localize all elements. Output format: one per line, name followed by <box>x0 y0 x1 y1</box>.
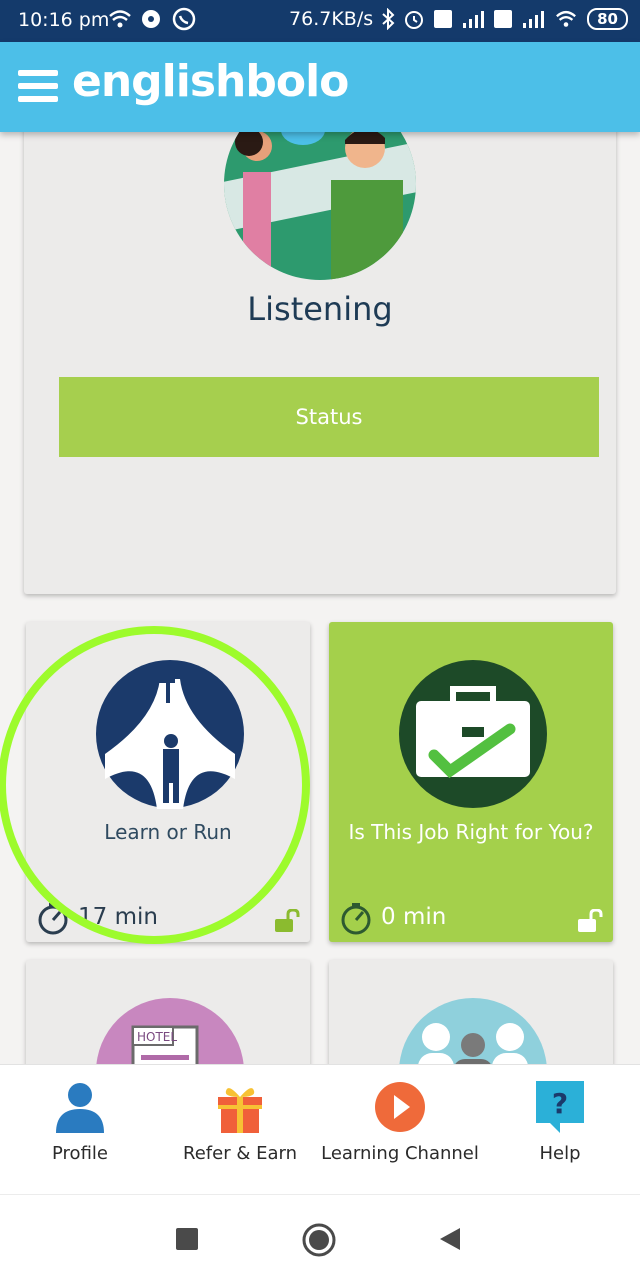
mute-icon <box>142 10 160 28</box>
status-button[interactable]: Status <box>59 377 599 457</box>
hamburger-menu-icon[interactable] <box>18 70 58 106</box>
tile-duration: 0 min <box>381 904 447 930</box>
listening-illustration-icon <box>224 132 416 280</box>
hotel-document-icon: HOTEL <box>96 998 244 1064</box>
content-area[interactable]: Listening Status Learn or Run 17 min Is … <box>0 132 640 1064</box>
bluetooth-icon <box>382 8 395 30</box>
topic-tile-group[interactable] <box>329 960 613 1064</box>
tile-title: Is This Job Right for You? <box>348 820 594 844</box>
app-bar: englishbolo <box>0 42 640 132</box>
topic-tile-hotel[interactable]: HOTEL <box>26 960 310 1064</box>
group-people-icon <box>399 998 547 1064</box>
topic-tile-learn-or-run[interactable]: Learn or Run 17 min <box>26 622 310 942</box>
listening-card[interactable]: Listening Status <box>24 132 616 594</box>
nav-label: Learning Channel <box>321 1143 479 1164</box>
alarm-icon <box>405 11 424 29</box>
tile-title: Learn or Run <box>104 820 232 844</box>
listening-title: Listening <box>247 290 393 328</box>
nav-label: Profile <box>52 1143 108 1164</box>
timer-icon <box>341 903 371 935</box>
briefcase-check-icon <box>399 660 547 808</box>
home-icon[interactable] <box>302 1223 336 1257</box>
play-icon <box>375 1082 425 1132</box>
help-icon: ? <box>536 1081 584 1133</box>
unlock-icon <box>578 909 603 932</box>
crossroads-icon <box>96 660 244 809</box>
bottom-navigation: Profile Refer & Earn Learning Channel ? … <box>0 1064 640 1195</box>
nav-refer-earn[interactable]: Refer & Earn <box>160 1079 320 1164</box>
back-icon[interactable] <box>438 1227 462 1251</box>
profile-icon <box>56 1083 104 1133</box>
topic-tile-job-right[interactable]: Is This Job Right for You? 0 min <box>329 622 613 942</box>
wifi-icon <box>109 10 131 28</box>
brand-logo: englishbolo <box>72 56 349 107</box>
network-speed: 76.7KB/s <box>289 8 374 30</box>
volte-icon <box>494 10 513 28</box>
system-navigation-bar <box>0 1194 640 1281</box>
wifi-icon <box>556 10 577 27</box>
nav-profile[interactable]: Profile <box>0 1079 160 1164</box>
volte-icon <box>434 10 453 28</box>
battery-icon: 80 <box>587 8 628 30</box>
status-bar: 10:16 pm 76.7KB/s 80 <box>0 0 640 42</box>
signal-icon <box>523 11 545 28</box>
nav-learning-channel[interactable]: Learning Channel <box>320 1079 480 1164</box>
svg-text:?: ? <box>552 1087 568 1120</box>
gift-icon <box>218 1088 262 1133</box>
unlock-icon <box>275 909 300 932</box>
nav-label: Refer & Earn <box>183 1143 297 1164</box>
timer-icon <box>38 903 68 935</box>
svg-text:HOTEL: HOTEL <box>137 1030 177 1044</box>
tile-duration: 17 min <box>78 904 158 930</box>
nav-label: Help <box>539 1143 581 1164</box>
whatsapp-icon <box>172 7 196 31</box>
nav-help[interactable]: ? Help <box>480 1079 640 1164</box>
recents-icon[interactable] <box>176 1228 198 1250</box>
status-time: 10:16 pm <box>18 9 110 31</box>
signal-icon <box>463 11 485 28</box>
